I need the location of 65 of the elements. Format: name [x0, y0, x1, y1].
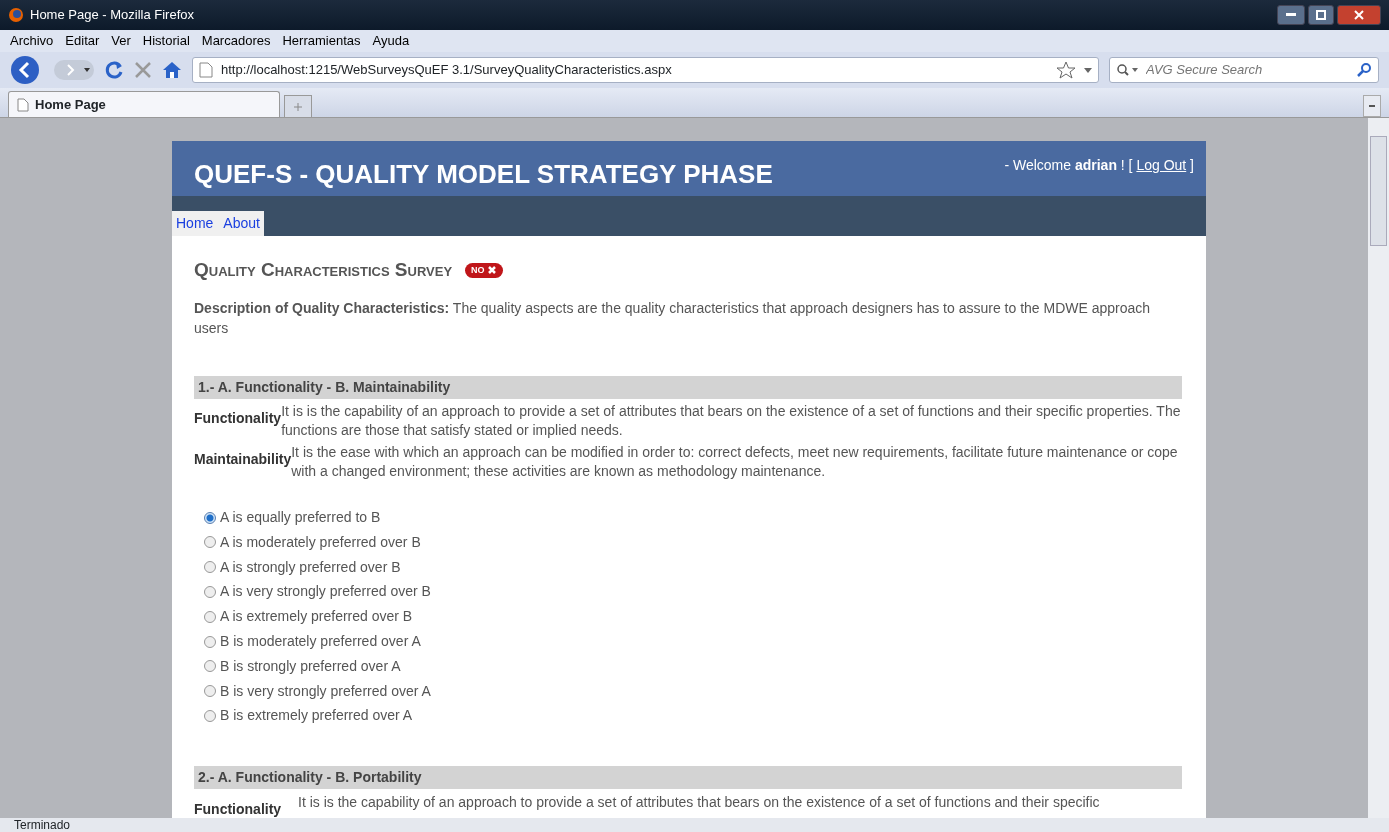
bookmark-star-icon[interactable]: [1056, 61, 1076, 79]
section-heading: 2.- A. Functionality - B. Portability: [194, 766, 1182, 790]
radio-button[interactable]: [204, 561, 216, 574]
menu-item[interactable]: Ver: [111, 31, 131, 51]
radio-button[interactable]: [204, 511, 216, 524]
close-icon: [1354, 10, 1364, 20]
page-title: QUEF-S - QUALITY MODEL STRATEGY PHASE: [194, 158, 773, 191]
plus-icon: [294, 102, 302, 111]
maximize-icon: [1315, 10, 1326, 20]
status-toggle[interactable]: NO: [465, 262, 503, 278]
minimize-icon: [1285, 13, 1296, 17]
menu-item[interactable]: Archivo: [10, 31, 54, 51]
option-label[interactable]: B is extremely preferred over A: [220, 705, 413, 727]
radio-button[interactable]: [204, 660, 216, 673]
term-definition: It is the ease with which an approach can be modified in order to: correct defects, meet new requirements, facilitate future maintenance or cope with a changed environment; these activities are known as methodology maintenance.: [291, 443, 1179, 482]
menu-item[interactable]: Editar: [65, 31, 100, 51]
page-icon: [17, 97, 29, 112]
term-label: Maintainability: [194, 451, 292, 469]
menu-item[interactable]: Historial: [142, 31, 190, 51]
search-field[interactable]: AVG Secure Search: [1109, 57, 1379, 83]
browser-tab[interactable]: Home Page: [8, 91, 280, 117]
dropdown-icon[interactable]: [1084, 67, 1092, 73]
browser-logo-icon: [8, 7, 24, 23]
radio-button[interactable]: [204, 635, 216, 648]
menu-item[interactable]: Marcadores: [201, 31, 271, 51]
window-title: Home Page - Mozilla Firefox: [30, 6, 194, 25]
reload-icon[interactable]: [104, 60, 124, 80]
scrollbar[interactable]: [1368, 118, 1389, 818]
search-icon[interactable]: [1356, 62, 1372, 78]
option-label[interactable]: A is moderately preferred over B: [220, 531, 421, 553]
term-label: Functionality: [194, 410, 282, 428]
close-button[interactable]: [1337, 5, 1381, 25]
login-status: - Welcome adrian ! [ Log Out ]: [1004, 156, 1194, 175]
option-label[interactable]: B is strongly preferred over A: [220, 655, 401, 677]
term-label: Functionality: [194, 799, 283, 818]
option-label[interactable]: A is extremely preferred over B: [220, 606, 413, 628]
logout-link[interactable]: Log Out: [1136, 157, 1187, 173]
description-text: Description of Quality Characteristics: The quality aspects are the quality characteristics that approach designers has to assure to the MDWE approach users: [194, 298, 1152, 338]
home-icon[interactable]: [162, 61, 182, 79]
option-label[interactable]: B is moderately preferred over A: [220, 631, 421, 653]
option-label[interactable]: A is equally preferred to B: [220, 507, 381, 529]
maximize-button[interactable]: [1307, 5, 1334, 25]
search-icon[interactable]: [1116, 63, 1138, 77]
radio-button[interactable]: [204, 610, 216, 623]
option-label[interactable]: B is very strongly preferred over A: [220, 680, 431, 702]
minimize-button[interactable]: [1276, 5, 1305, 25]
menu-item[interactable]: Herramientas: [282, 31, 361, 51]
term-definition: It is is the capability of an approach to provide a set of attributes that bears on the existence of a set of functions and their specific: [298, 792, 1101, 812]
nav-link[interactable]: Home: [176, 213, 214, 234]
option-label[interactable]: A is very strongly preferred over B: [220, 581, 431, 603]
menu-item[interactable]: Ayuda: [372, 31, 410, 51]
tab-list-button[interactable]: [1363, 95, 1381, 117]
section-heading: 1.- A. Functionality - B. Maintainability: [194, 376, 1182, 400]
x-icon: [486, 265, 497, 276]
status-bar: Terminado: [0, 818, 1389, 832]
survey-title: Quality Characteristics Survey: [194, 258, 453, 282]
radio-button[interactable]: [204, 585, 216, 598]
minus-icon: [1369, 105, 1375, 107]
nav-link[interactable]: About: [223, 213, 260, 234]
radio-button[interactable]: [204, 685, 216, 698]
radio-button[interactable]: [204, 536, 216, 549]
page-icon: [199, 62, 213, 78]
radio-button[interactable]: [204, 709, 216, 722]
option-label[interactable]: A is strongly preferred over B: [220, 556, 401, 578]
term-definition: It is is the capability of an approach to provide a set of attributes that bears on the existence of a set of functions and their specific properties. The functions are those that satisfy stated or implied needs.: [281, 402, 1182, 441]
